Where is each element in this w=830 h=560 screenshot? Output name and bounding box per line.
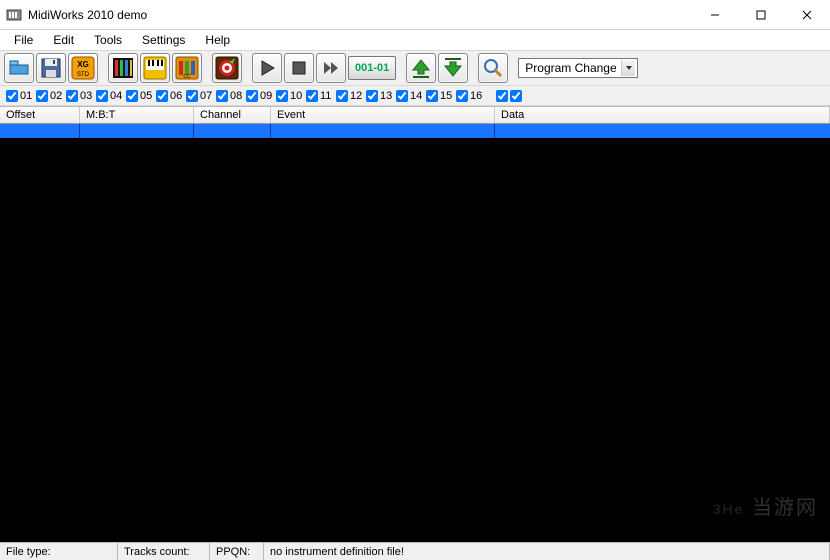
- close-button[interactable]: [784, 0, 830, 30]
- channel-check-16[interactable]: 16: [456, 90, 484, 102]
- selected-row[interactable]: [0, 124, 830, 138]
- down-arrow-button[interactable]: [438, 53, 468, 83]
- channel-check-02[interactable]: 02: [36, 90, 64, 102]
- channel-check-12[interactable]: 12: [336, 90, 364, 102]
- status-filetype: File type:: [0, 543, 118, 560]
- channel-check-07[interactable]: 07: [186, 90, 214, 102]
- menu-settings[interactable]: Settings: [134, 31, 193, 49]
- channel-check-extra1[interactable]: [496, 90, 508, 102]
- channel-check-08[interactable]: 08: [216, 90, 244, 102]
- col-channel[interactable]: Channel: [194, 107, 271, 123]
- chevron-down-icon: [621, 60, 635, 76]
- channel-check-09[interactable]: 09: [246, 90, 274, 102]
- target-button[interactable]: [212, 53, 242, 83]
- position-counter[interactable]: 001-01: [348, 56, 396, 80]
- channel-check-03[interactable]: 03: [66, 90, 94, 102]
- statusbar: File type: Tracks count: PPQN: no instru…: [0, 542, 830, 560]
- maximize-button[interactable]: [738, 0, 784, 30]
- col-mbt[interactable]: M:B:T: [80, 107, 194, 123]
- piano-roll-button[interactable]: [140, 53, 170, 83]
- search-button[interactable]: [478, 53, 508, 83]
- svg-text:XG: XG: [77, 60, 89, 69]
- channel-check-11[interactable]: 11: [306, 90, 334, 102]
- channel-check-13[interactable]: 13: [366, 90, 394, 102]
- event-filter-dropdown[interactable]: Program Change: [518, 58, 638, 78]
- col-data[interactable]: Data: [495, 107, 830, 123]
- channel-check-05[interactable]: 05: [126, 90, 154, 102]
- svg-text:STD: STD: [77, 72, 90, 78]
- tracks-button[interactable]: [108, 53, 138, 83]
- save-button[interactable]: [36, 53, 66, 83]
- svg-text:CC: CC: [183, 74, 191, 80]
- status-ppqn: PPQN:: [210, 543, 264, 560]
- event-list-header: Offset M:B:T Channel Event Data: [0, 106, 830, 124]
- channel-check-10[interactable]: 10: [276, 90, 304, 102]
- titlebar: MidiWorks 2010 demo: [0, 0, 830, 30]
- menubar: File Edit Tools Settings Help: [0, 30, 830, 50]
- channel-check-14[interactable]: 14: [396, 90, 424, 102]
- app-icon: [6, 7, 22, 23]
- menu-file[interactable]: File: [6, 31, 41, 49]
- xg-std-button[interactable]: XG STD: [68, 53, 98, 83]
- menu-help[interactable]: Help: [197, 31, 238, 49]
- minimize-button[interactable]: [692, 0, 738, 30]
- status-message: no instrument definition file!: [264, 543, 830, 560]
- channel-check-04[interactable]: 04: [96, 90, 124, 102]
- up-arrow-button[interactable]: [406, 53, 436, 83]
- channel-check-extra2[interactable]: [510, 90, 522, 102]
- menu-tools[interactable]: Tools: [86, 31, 130, 49]
- open-button[interactable]: [4, 53, 34, 83]
- event-filter-label: Program Change: [525, 61, 616, 75]
- channel-check-15[interactable]: 15: [426, 90, 454, 102]
- channel-filter-row: 01 02 03 04 05 06 07 08 09 10 11 12 13 1…: [0, 86, 830, 106]
- fast-forward-button[interactable]: [316, 53, 346, 83]
- event-list-body[interactable]: [0, 138, 830, 542]
- controllers-button[interactable]: CC: [172, 53, 202, 83]
- stop-button[interactable]: [284, 53, 314, 83]
- window-title: MidiWorks 2010 demo: [28, 8, 147, 22]
- toolbar: XG STD CC 001-01 Program Change: [0, 50, 830, 86]
- channel-check-06[interactable]: 06: [156, 90, 184, 102]
- col-event[interactable]: Event: [271, 107, 495, 123]
- col-offset[interactable]: Offset: [0, 107, 80, 123]
- play-button[interactable]: [252, 53, 282, 83]
- status-tracks: Tracks count:: [118, 543, 210, 560]
- menu-edit[interactable]: Edit: [45, 31, 82, 49]
- channel-check-01[interactable]: 01: [6, 90, 34, 102]
